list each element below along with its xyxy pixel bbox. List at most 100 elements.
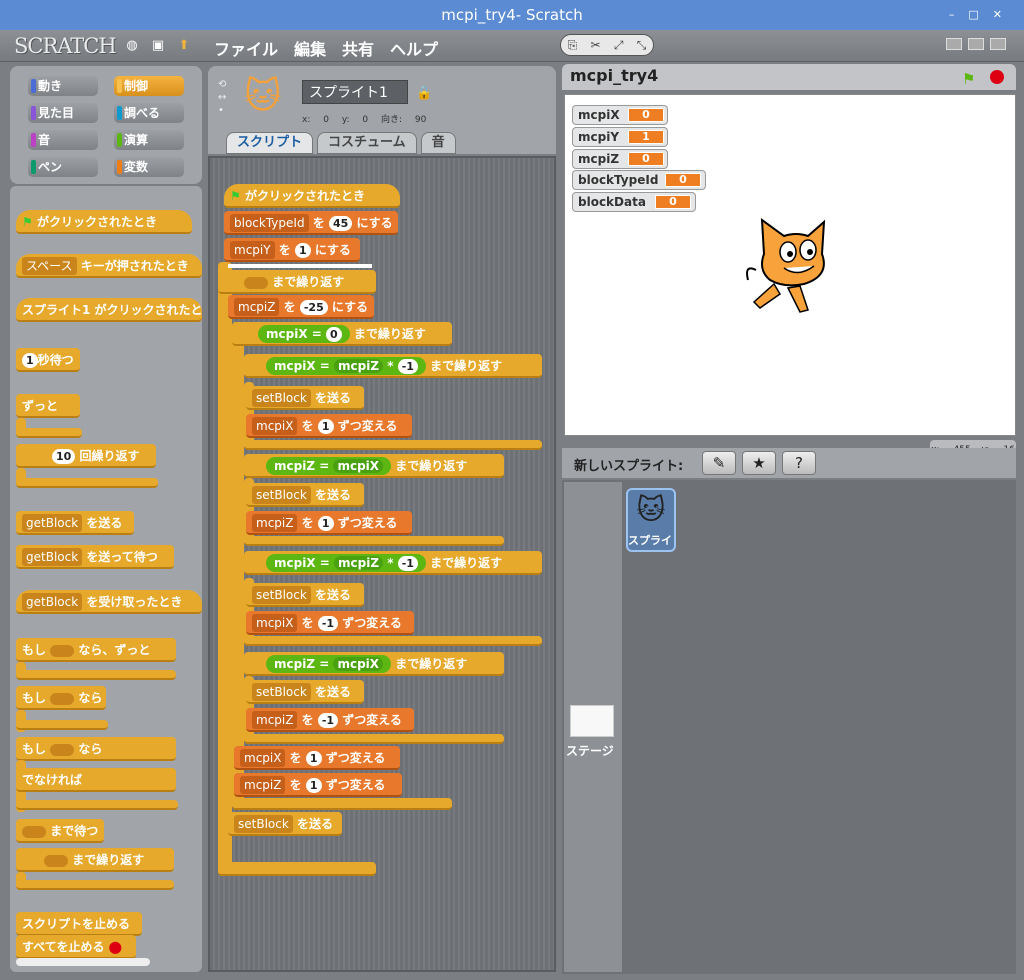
category-variables[interactable]: 変数 xyxy=(114,157,184,177)
sprite-cat-icon: 🐱 xyxy=(636,493,666,526)
script-loop4-until[interactable]: mcpiZ = mcpiX まで繰り返す xyxy=(244,652,504,676)
monitor-blocktypeid[interactable]: blockTypeId 0 xyxy=(572,170,706,190)
category-sound[interactable]: 音 xyxy=(28,130,98,150)
small-stage-icon[interactable] xyxy=(946,38,962,50)
script-send-setblock[interactable]: setBlock を送る xyxy=(246,680,364,704)
menu-help[interactable]: ヘルプ xyxy=(390,36,438,60)
globe-icon[interactable]: ◍ xyxy=(124,38,140,54)
category-sensing[interactable]: 調べる xyxy=(114,103,184,123)
tab-sounds[interactable]: 音 xyxy=(420,132,456,154)
category-control[interactable]: 制御 xyxy=(114,76,184,96)
sprite-thumbnail[interactable]: 🐱 スプライト1 xyxy=(626,488,676,552)
normal-stage-icon[interactable] xyxy=(968,38,984,50)
green-flag-icon: ⚑ xyxy=(22,215,33,229)
sprite-cat-thumbnail: 🐱 xyxy=(244,76,282,117)
tab-scripts[interactable]: スクリプト xyxy=(226,132,314,154)
script-send-setblock[interactable]: setBlock を送る xyxy=(246,583,364,607)
palette-broadcast-wait[interactable]: getBlock を送って待つ xyxy=(16,545,174,569)
script-send-setblock-final[interactable]: setBlock を送る xyxy=(228,812,342,836)
stage-view-toggles xyxy=(946,38,1006,50)
drop-indicator xyxy=(228,264,372,268)
tab-costumes[interactable]: コスチューム xyxy=(317,132,417,154)
menu-edit[interactable]: 編集 xyxy=(294,36,326,60)
palette-repeat[interactable]: 10 回繰り返す xyxy=(16,444,156,468)
editor-tabs: スクリプト コスチューム 音 xyxy=(226,132,456,154)
folder-star-icon: ★ xyxy=(752,454,766,472)
paint-sprite-button[interactable]: ✎ xyxy=(702,451,736,475)
shrink-icon[interactable]: ⤡ xyxy=(637,38,647,53)
script-change-mcpix-tail[interactable]: mcpiX を 1 ずつ変える xyxy=(234,746,400,770)
palette-stop-all[interactable]: すべてを止める ⬤ xyxy=(16,935,136,959)
palette-green-flag-hat[interactable]: ⚑ がクリックされたとき xyxy=(16,210,192,234)
green-flag-button[interactable]: ⚑ xyxy=(962,70,975,88)
new-sprite-label: 新しいスプライト: xyxy=(574,459,684,474)
palette-if[interactable]: もし なら xyxy=(16,686,106,710)
monitor-mcpiz[interactable]: mcpiZ 0 xyxy=(572,149,668,169)
monitor-mcpix[interactable]: mcpiX 0 xyxy=(572,105,668,125)
duplicate-icon[interactable]: ⎘ xyxy=(568,38,578,53)
palette-sprite-click-hat[interactable]: スプライト1 がクリックされたとき xyxy=(16,298,202,322)
choose-sprite-button[interactable]: ★ xyxy=(742,451,776,475)
palette-receive-hat[interactable]: getBlock を受け取ったとき xyxy=(16,590,202,614)
script-loop2-until[interactable]: mcpiZ = mcpiX まで繰り返す xyxy=(244,454,504,478)
window-title: mcpi_try4- Scratch xyxy=(441,6,583,24)
palette-wait[interactable]: 1 秒待つ xyxy=(16,348,80,372)
palette-key-hat[interactable]: スペース キーが押されたとき xyxy=(16,254,202,278)
script-send-setblock[interactable]: setBlock を送る xyxy=(246,483,364,507)
delete-icon[interactable]: ✂ xyxy=(591,38,601,52)
palette-scrollbar[interactable] xyxy=(16,958,150,966)
palette-wait-until[interactable]: まで待つ xyxy=(16,819,104,843)
scratch-logo: SCRATCH xyxy=(14,34,117,58)
script-change-mcpix-neg[interactable]: mcpiX を -1 ずつ変える xyxy=(246,611,414,635)
palette-repeat-until[interactable]: まで繰り返す xyxy=(16,848,174,872)
category-pen[interactable]: ペン xyxy=(28,157,98,177)
category-looks[interactable]: 見た目 xyxy=(28,103,98,123)
menu-share[interactable]: 共有 xyxy=(342,36,374,60)
project-title: mcpi_try4 xyxy=(570,66,659,85)
green-flag-icon: ⚑ xyxy=(230,189,241,203)
palette-else: でなければ xyxy=(16,768,176,792)
script-set-mcpiz[interactable]: mcpiZ を -25 にする xyxy=(228,295,374,319)
cat-sprite[interactable] xyxy=(744,214,840,318)
palette-if-else[interactable]: もし なら xyxy=(16,737,176,761)
sprite-thumbnail-label: スプライト1 xyxy=(628,534,674,547)
script-loop1-until[interactable]: mcpiX = mcpiZ * -1 まで繰り返す xyxy=(244,354,542,378)
script-green-flag-hat[interactable]: ⚑ がクリックされたとき xyxy=(224,184,400,208)
monitor-mcpiy[interactable]: mcpiY 1 xyxy=(572,127,668,147)
palette-stop-script[interactable]: スクリプトを止める xyxy=(16,912,142,936)
stop-button[interactable] xyxy=(990,70,1004,84)
window-titlebar: mcpi_try4- Scratch –□✕ xyxy=(0,0,1024,30)
stage-thumbnail[interactable] xyxy=(570,705,614,737)
sprite-position: x: 0 y: 0 向き: 90 xyxy=(302,115,427,125)
share-icon[interactable]: ⬆ xyxy=(176,38,192,54)
stage-label: ステージ xyxy=(566,744,614,758)
palette-forever-if[interactable]: もし なら、ずっと xyxy=(16,638,176,662)
sprite-name-field[interactable]: スプライト1 xyxy=(302,80,408,104)
category-operators[interactable]: 演算 xyxy=(114,130,184,150)
palette-forever[interactable]: ずっと xyxy=(16,394,80,418)
script-change-mcpiz-tail[interactable]: mcpiZ を 1 ずつ変える xyxy=(234,773,402,797)
menu-file[interactable]: ファイル xyxy=(214,36,278,60)
script-change-mcpix[interactable]: mcpiX を 1 ずつ変える xyxy=(246,414,412,438)
script-repeat-until-outer[interactable]: まで繰り返す xyxy=(218,270,376,294)
lock-icon[interactable]: 🔒 xyxy=(416,86,432,101)
rotation-style-icons[interactable]: ⟲ ↔ • xyxy=(218,78,226,117)
script-repeat-until-x0[interactable]: mcpiX = 0 まで繰り返す xyxy=(232,322,452,346)
palette-broadcast[interactable]: getBlock を送る xyxy=(16,511,134,535)
stop-sign-icon: ⬤ xyxy=(108,940,123,954)
cursor-tools: ⎘ ✂ ⤢ ⤡ xyxy=(560,34,654,56)
random-sprite-button[interactable]: ? xyxy=(782,451,816,475)
script-change-mcpiz-neg[interactable]: mcpiZ を -1 ずつ変える xyxy=(246,708,414,732)
save-icon[interactable]: ▣ xyxy=(150,38,166,54)
question-icon: ? xyxy=(795,454,803,472)
script-loop3-until[interactable]: mcpiX = mcpiZ * -1 まで繰り返す xyxy=(244,551,542,575)
script-set-mcpiy[interactable]: mcpiY を 1 にする xyxy=(224,238,360,262)
grow-icon[interactable]: ⤢ xyxy=(614,38,624,53)
monitor-blockdata[interactable]: blockData 0 xyxy=(572,192,696,212)
presentation-icon[interactable] xyxy=(990,38,1006,50)
script-send-setblock[interactable]: setBlock を送る xyxy=(246,386,364,410)
script-set-blocktypeid[interactable]: blockTypeId を 45 にする xyxy=(224,211,398,235)
window-controls[interactable]: –□✕ xyxy=(949,0,1016,30)
category-motion[interactable]: 動き xyxy=(28,76,98,96)
script-change-mcpiz[interactable]: mcpiZ を 1 ずつ変える xyxy=(246,511,412,535)
